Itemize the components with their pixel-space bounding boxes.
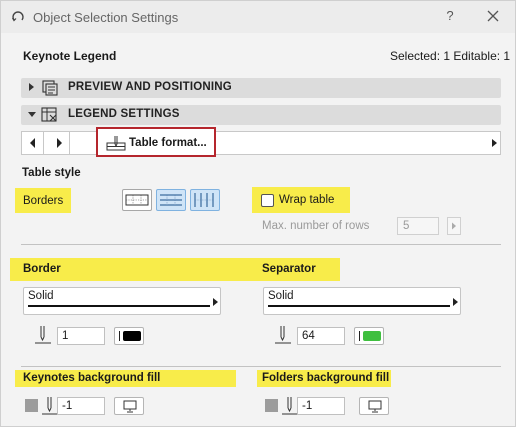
folders-fill-pen-field[interactable]: -1 [297,397,345,415]
swatch-bar [119,331,120,341]
keynotes-fill-color-button[interactable] [114,397,144,415]
border-style-horizontal-button[interactable] [156,189,186,211]
legend-settings-icon [41,107,57,122]
object-selection-settings-dialog: Object Selection Settings ? Keynote Lege… [0,0,516,427]
page-selector-label: Table format... [129,137,207,149]
divider [21,366,501,367]
page-navigation: Table format... [21,127,501,157]
section-preview-positioning[interactable]: PREVIEW AND POSITIONING [21,78,501,98]
borders-label: Borders [23,195,64,207]
keynotes-fill-heading: Keynotes background fill [23,372,161,384]
pen-color-swatch [363,331,381,341]
section-label: LEGEND SETTINGS [68,108,180,120]
swatch-bar [359,331,360,341]
tool-name-label: Keynote Legend [23,49,117,63]
border-heading: Border [23,263,61,275]
vertical-borders-icon [194,193,214,207]
preview-positioning-icon [42,80,58,96]
border-pen-field[interactable]: 1 [57,327,105,345]
max-rows-stepper[interactable] [447,217,461,235]
section-legend-settings[interactable]: LEGEND SETTINGS [21,105,501,125]
monitor-icon [123,400,137,413]
window-title: Object Selection Settings [33,10,179,25]
separator-line-type-dropdown[interactable]: Solid [263,287,461,315]
divider [21,244,501,245]
line-type-label: Solid [268,290,294,302]
title-bar[interactable]: Object Selection Settings ? [1,1,515,33]
table-format-icon [106,136,126,151]
separator-pen-field[interactable]: 64 [297,327,345,345]
border-pen-color-button[interactable] [114,327,144,345]
page-selector-dropdown[interactable]: Table format... [96,127,216,157]
expanded-arrow-icon [28,112,36,117]
pen-color-swatch [123,331,141,341]
wrap-table-checkbox[interactable] [261,194,274,207]
section-label: PREVIEW AND POSITIONING [68,81,232,93]
table-style-heading: Table style [22,167,81,179]
previous-page-button[interactable] [22,132,44,154]
selection-count-label: Selected: 1 Editable: 1 [390,49,511,63]
next-page-button[interactable] [48,132,70,154]
max-rows-field[interactable]: 5 [397,217,439,235]
separator-heading: Separator [262,263,316,275]
all-borders-icon [125,194,149,206]
dropdown-arrow-icon [453,298,458,306]
dropdown-arrow-icon [213,298,218,306]
pen-icon [275,326,291,344]
line-type-label: Solid [28,290,54,302]
refresh-icon [11,11,24,22]
dropdown-arrow-icon[interactable] [492,139,497,147]
fill-pattern-swatch[interactable] [265,399,278,412]
close-icon[interactable] [484,7,502,25]
folders-fill-heading: Folders background fill [262,372,390,384]
line-preview [268,305,450,307]
line-preview [28,305,210,307]
stepper-arrow-icon [452,222,456,230]
horizontal-borders-icon [160,194,182,206]
border-line-type-dropdown[interactable]: Solid [23,287,221,315]
pen-icon [35,326,51,344]
help-button[interactable]: ? [442,8,458,26]
wrap-table-label: Wrap table [279,194,335,206]
max-rows-label: Max. number of rows [262,220,370,232]
arrow-right-icon [57,138,62,148]
border-style-vertical-button[interactable] [190,189,220,211]
arrow-left-icon [30,138,35,148]
folders-fill-color-button[interactable] [359,397,389,415]
monitor-icon [368,400,382,413]
border-style-all-button[interactable] [122,189,152,211]
fill-pattern-swatch[interactable] [25,399,38,412]
keynotes-fill-pen-field[interactable]: -1 [57,397,105,415]
collapsed-arrow-icon [29,83,34,91]
separator-pen-color-button[interactable] [354,327,384,345]
